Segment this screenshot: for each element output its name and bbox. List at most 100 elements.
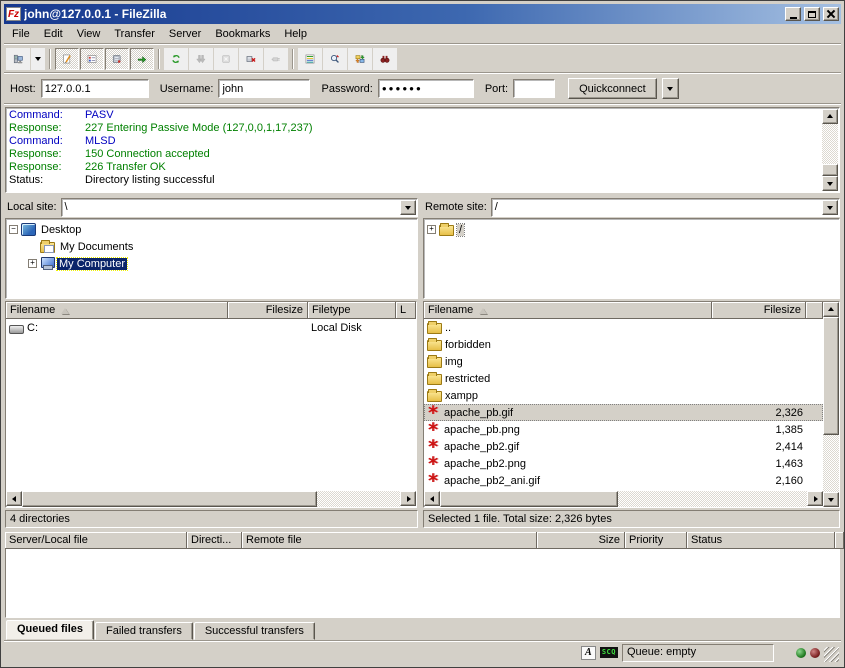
remote-site-dropdown-button[interactable] xyxy=(822,200,838,215)
site-manager-button[interactable] xyxy=(6,48,30,70)
file-row[interactable]: restricted xyxy=(424,370,823,387)
expander-minus-icon[interactable]: − xyxy=(9,225,18,234)
column-header[interactable]: Filetype xyxy=(308,302,396,319)
local-site-combo[interactable]: \ xyxy=(61,198,418,217)
menu-item[interactable]: View xyxy=(70,26,108,42)
scrollbar-thumb[interactable] xyxy=(440,491,618,507)
synchronized-browsing-button[interactable] xyxy=(348,48,372,70)
column-header[interactable] xyxy=(835,532,844,549)
minimize-button[interactable] xyxy=(785,7,801,21)
expander-plus-icon[interactable]: + xyxy=(427,225,436,234)
column-header[interactable]: Status xyxy=(687,532,835,549)
menu-item[interactable]: File xyxy=(5,26,37,42)
message-log[interactable]: Command: PASV Response: 227 Entering Pas… xyxy=(5,107,840,193)
column-header[interactable]: L xyxy=(396,302,416,319)
refresh-button[interactable] xyxy=(164,48,188,70)
cancel-button[interactable] xyxy=(214,48,238,70)
directory-comparison-button[interactable] xyxy=(323,48,347,70)
scroll-left-button[interactable] xyxy=(424,491,440,506)
menu-item[interactable]: Transfer xyxy=(107,26,162,42)
file-row[interactable]: xampp xyxy=(424,387,823,404)
app-icon[interactable]: Fz xyxy=(6,7,21,21)
toggle-local-tree-button[interactable] xyxy=(80,48,104,70)
site-manager-dropdown-button[interactable] xyxy=(31,48,45,70)
file-row[interactable]: C: Local Disk xyxy=(6,319,416,336)
file-row[interactable]: apache_pb2_ani.gif 2,160 xyxy=(424,472,823,489)
scrollbar-thumb[interactable] xyxy=(823,317,839,435)
column-header[interactable]: Server/Local file xyxy=(5,532,187,549)
column-header[interactable]: Filesize xyxy=(712,302,806,319)
tree-item[interactable]: − Desktop xyxy=(7,221,416,238)
file-row[interactable]: .. xyxy=(424,319,823,336)
quickconnect-button[interactable]: Quickconnect xyxy=(568,78,657,99)
file-row[interactable]: img xyxy=(424,353,823,370)
process-queue-button[interactable] xyxy=(189,48,213,70)
local-site-dropdown-button[interactable] xyxy=(400,200,416,215)
file-row[interactable]: apache_pb.png 1,385 xyxy=(424,421,823,438)
scroll-down-button[interactable] xyxy=(823,492,839,507)
log-scrollbar[interactable] xyxy=(822,109,838,191)
menu-item[interactable]: Server xyxy=(162,26,208,42)
queue-tab[interactable]: Queued files xyxy=(6,620,94,640)
menu-item[interactable]: Edit xyxy=(37,26,70,42)
tree-item[interactable]: + / xyxy=(425,221,838,238)
file-row[interactable]: apache_pb2.png 1,463 xyxy=(424,455,823,472)
file-row[interactable]: apache_pb2.gif 2,414 xyxy=(424,438,823,455)
scroll-left-button[interactable] xyxy=(6,491,22,506)
expander-plus-icon[interactable]: + xyxy=(28,259,37,268)
column-header[interactable]: Size xyxy=(537,532,625,549)
column-header[interactable]: Remote file xyxy=(242,532,537,549)
username-input[interactable] xyxy=(218,79,310,98)
scrollbar-thumb[interactable] xyxy=(22,491,317,507)
password-input[interactable] xyxy=(378,79,474,98)
remote-list-body[interactable]: .. forbidden img restricted xyxy=(424,319,823,491)
local-h-scrollbar[interactable] xyxy=(6,491,416,507)
scrollbar-track[interactable] xyxy=(822,124,838,176)
local-file-list: FilenameFilesizeFiletypeL C: Local Disk xyxy=(5,301,418,508)
scrollbar-track[interactable] xyxy=(22,491,400,507)
column-header[interactable] xyxy=(806,302,823,319)
remote-site-combo[interactable]: / xyxy=(491,198,840,217)
menu-item[interactable]: Help xyxy=(277,26,314,42)
scroll-up-button[interactable] xyxy=(823,302,839,317)
column-header[interactable]: Filename xyxy=(424,302,712,319)
find-files-button[interactable] xyxy=(373,48,397,70)
local-directory-tree[interactable]: − Desktop My Documents + My Computer xyxy=(5,218,418,299)
column-header[interactable]: Filesize xyxy=(228,302,308,319)
toggle-transfer-queue-button[interactable] xyxy=(130,48,154,70)
column-header[interactable]: Directi... xyxy=(187,532,242,549)
local-list-body[interactable]: C: Local Disk xyxy=(6,319,416,491)
remote-v-scrollbar[interactable] xyxy=(823,302,839,507)
remote-h-scrollbar[interactable] xyxy=(424,491,823,507)
queue-tab[interactable]: Failed transfers xyxy=(95,622,193,640)
file-row[interactable]: apache_pb.gif 2,326 xyxy=(424,404,823,421)
toggle-message-log-button[interactable] xyxy=(55,48,79,70)
file-row[interactable]: forbidden xyxy=(424,336,823,353)
scrollbar-track[interactable] xyxy=(823,317,839,492)
quickconnect-dropdown-button[interactable] xyxy=(662,78,679,99)
scroll-right-button[interactable] xyxy=(807,491,823,506)
tree-item[interactable]: + My Computer xyxy=(7,255,416,272)
queue-body[interactable] xyxy=(5,549,840,618)
column-header[interactable]: Priority xyxy=(625,532,687,549)
close-button[interactable] xyxy=(823,7,839,21)
maximize-button[interactable] xyxy=(804,7,820,21)
scrollbar-track[interactable] xyxy=(440,491,807,507)
scroll-up-button[interactable] xyxy=(822,109,838,124)
port-input[interactable] xyxy=(513,79,555,98)
resize-grip[interactable] xyxy=(824,647,839,662)
scroll-down-button[interactable] xyxy=(822,176,838,191)
toggle-remote-tree-button[interactable] xyxy=(105,48,129,70)
host-input[interactable] xyxy=(41,79,149,98)
scroll-right-button[interactable] xyxy=(400,491,416,506)
directory-listing-filters-button[interactable] xyxy=(298,48,322,70)
menu-item[interactable]: Bookmarks xyxy=(208,26,277,42)
column-header[interactable]: Filename xyxy=(6,302,228,319)
remote-directory-tree[interactable]: + / xyxy=(423,218,840,299)
disconnect-button[interactable] xyxy=(239,48,263,70)
tree-item[interactable]: My Documents xyxy=(7,238,416,255)
folder-icon xyxy=(427,391,442,402)
queue-tab[interactable]: Successful transfers xyxy=(194,622,315,640)
scrollbar-thumb[interactable] xyxy=(822,164,838,176)
reconnect-button[interactable] xyxy=(264,48,288,70)
